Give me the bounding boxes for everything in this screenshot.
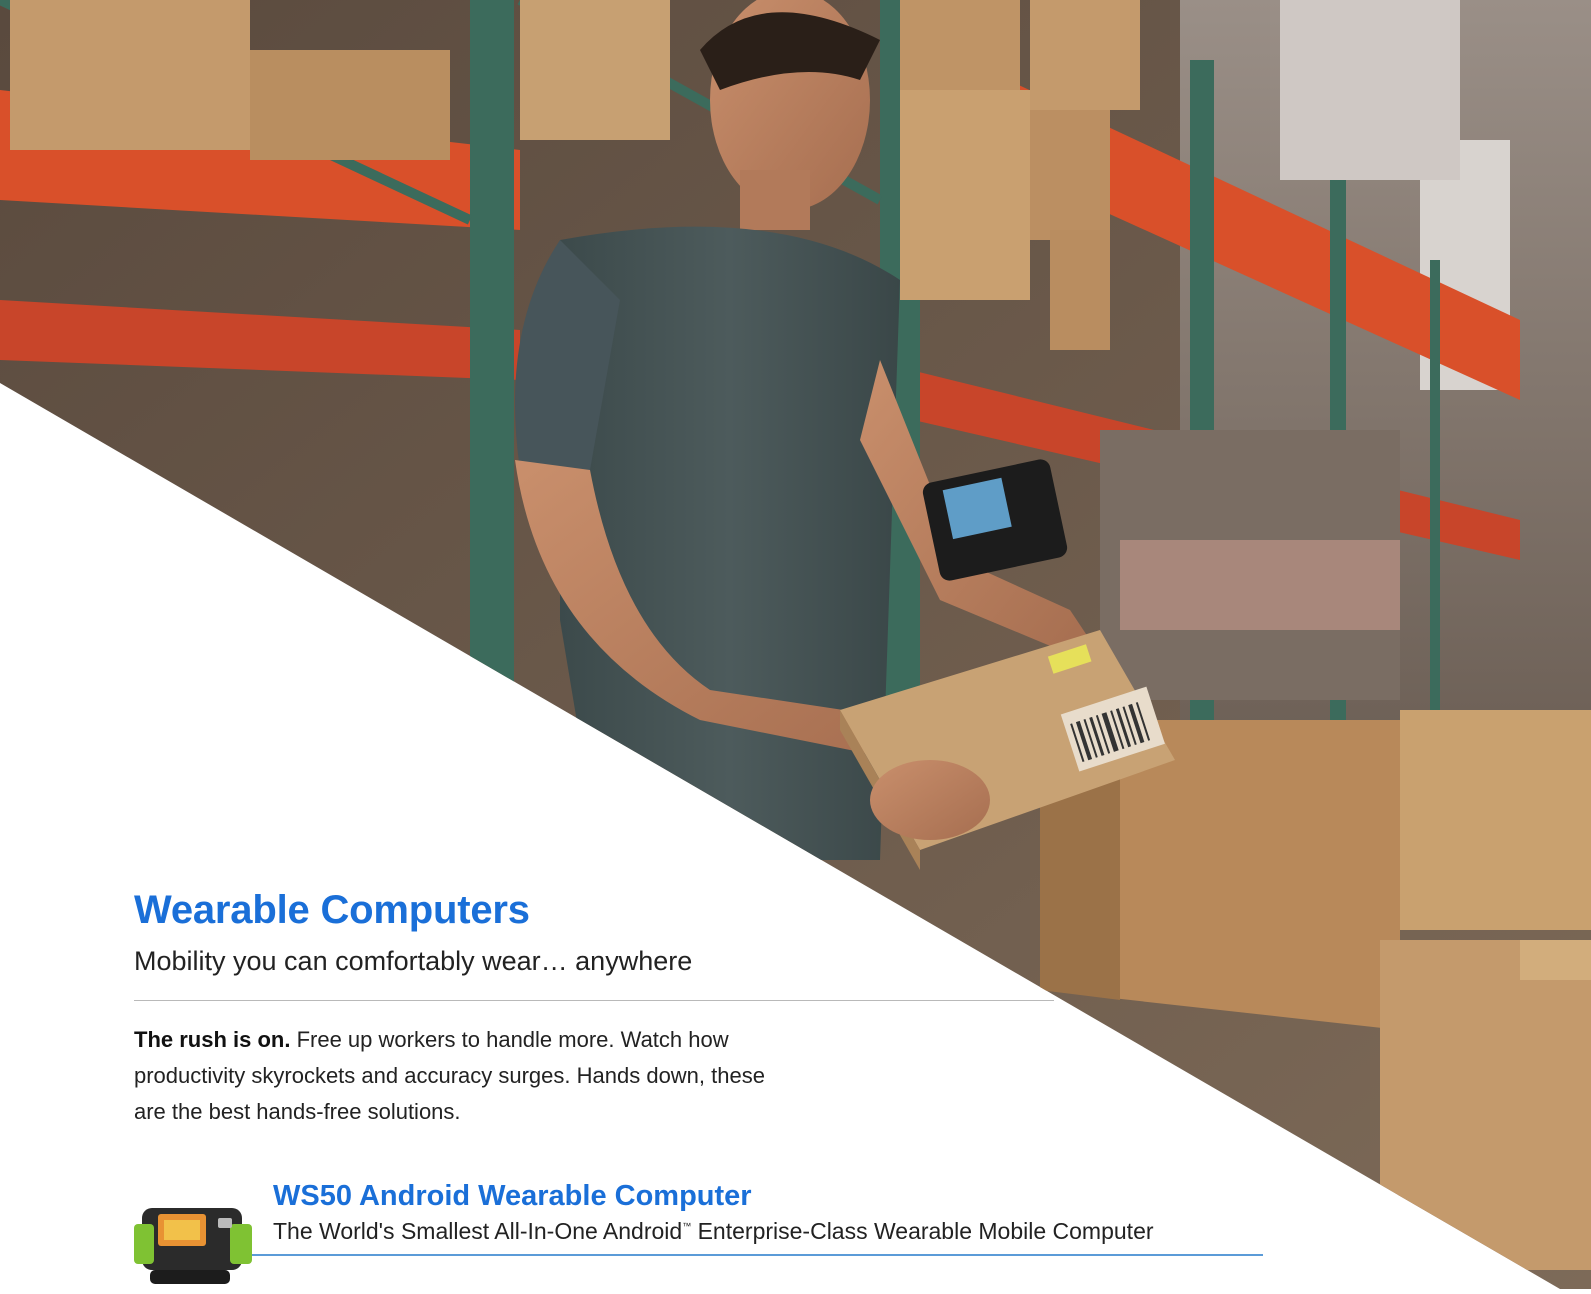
ws50-device-icon <box>134 1194 252 1289</box>
trademark-mark: ™ <box>682 1221 692 1231</box>
section-divider <box>134 1000 1054 1001</box>
product-name-link[interactable]: WS50 Android Wearable Computer <box>273 1180 752 1213</box>
section-title: Wearable Computers <box>134 888 530 932</box>
section-body: The rush is on. Free up workers to handl… <box>134 1022 794 1130</box>
lead-bold: The rush is on. <box>134 1027 291 1052</box>
section-subtitle: Mobility you can comfortably wear… anywh… <box>134 946 693 976</box>
product-description: The World's Smallest All-In-One Android™… <box>273 1218 1154 1245</box>
product-entry[interactable]: WS50 Android Wearable Computer The World… <box>134 1176 1264 1289</box>
product-desc-before: The World's Smallest All-In-One Android <box>273 1218 683 1244</box>
product-desc-after: Enterprise-Class Wearable Mobile Compute… <box>691 1218 1154 1244</box>
product-underline <box>252 1254 1263 1256</box>
